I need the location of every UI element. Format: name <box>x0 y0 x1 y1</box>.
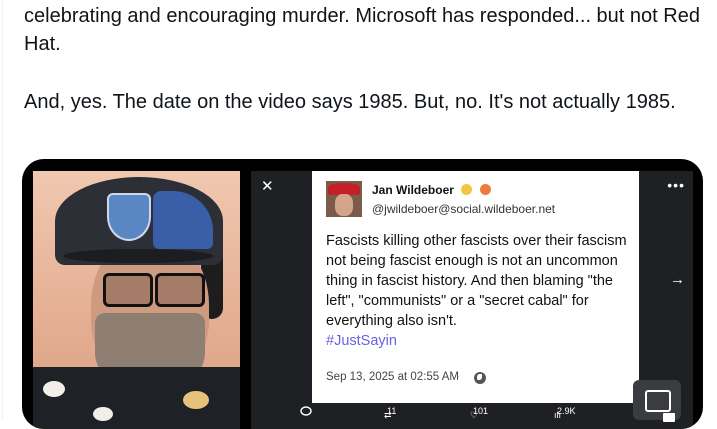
post-body: Fascists killing other fascists over the… <box>326 231 631 351</box>
author-name: Jan Wildeboer <box>372 183 491 197</box>
shirt-flower <box>43 381 65 397</box>
video-action-bar: ⇄ 11 ♡ 101 ılı 2.9K <box>262 402 622 420</box>
video-person-panel <box>33 171 240 429</box>
close-icon[interactable]: ✕ <box>261 177 274 195</box>
avatar <box>326 181 362 217</box>
shirt-flower <box>93 407 113 421</box>
post-timestamp: Sep 13, 2025 at 02:55 AM <box>326 371 459 383</box>
post-paragraph-1: celebrating and encouraging murder. Micr… <box>24 5 700 55</box>
video-screenshot-panel: ✕ ••• → Jan Wildeboer @jwildeboer@social… <box>251 171 693 429</box>
globe-icon <box>474 372 486 384</box>
post-paragraph-2: And, yes. The date on the video says 198… <box>24 91 676 113</box>
cap-logo <box>107 193 151 241</box>
views-icon: ılı <box>554 410 562 420</box>
reply-icon[interactable] <box>300 406 312 419</box>
post-body-text: Fascists killing other fascists over the… <box>326 233 627 329</box>
next-arrow-icon[interactable]: → <box>670 271 685 288</box>
video-card[interactable]: ✕ ••• → Jan Wildeboer @jwildeboer@social… <box>22 159 703 429</box>
hashtag-link[interactable]: #JustSayin <box>326 331 631 351</box>
emoji-icon <box>479 184 491 195</box>
glasses-right <box>155 273 205 307</box>
author-handle: @jwildeboer@social.wildeboer.net <box>372 202 556 216</box>
views-button[interactable]: ılı 2.9K <box>554 406 576 420</box>
retweet-button[interactable]: ⇄ 11 <box>384 406 396 420</box>
embedded-post: Jan Wildeboer @jwildeboer@social.wildebo… <box>312 171 639 403</box>
like-button[interactable]: ♡ 101 <box>470 406 488 420</box>
pip-icon[interactable] <box>633 380 681 422</box>
left-divider <box>2 0 3 420</box>
retweet-icon: ⇄ <box>384 410 392 420</box>
emoji-icon <box>461 184 473 195</box>
more-icon[interactable]: ••• <box>667 177 685 193</box>
post-text: celebrating and encouraging murder. Micr… <box>24 2 704 116</box>
shirt-flower <box>183 391 209 409</box>
author-name-text: Jan Wildeboer <box>372 183 454 197</box>
separator-dot: · <box>456 371 460 383</box>
like-icon: ♡ <box>470 410 479 420</box>
cap-brim <box>63 249 213 263</box>
glasses-left <box>103 273 153 307</box>
